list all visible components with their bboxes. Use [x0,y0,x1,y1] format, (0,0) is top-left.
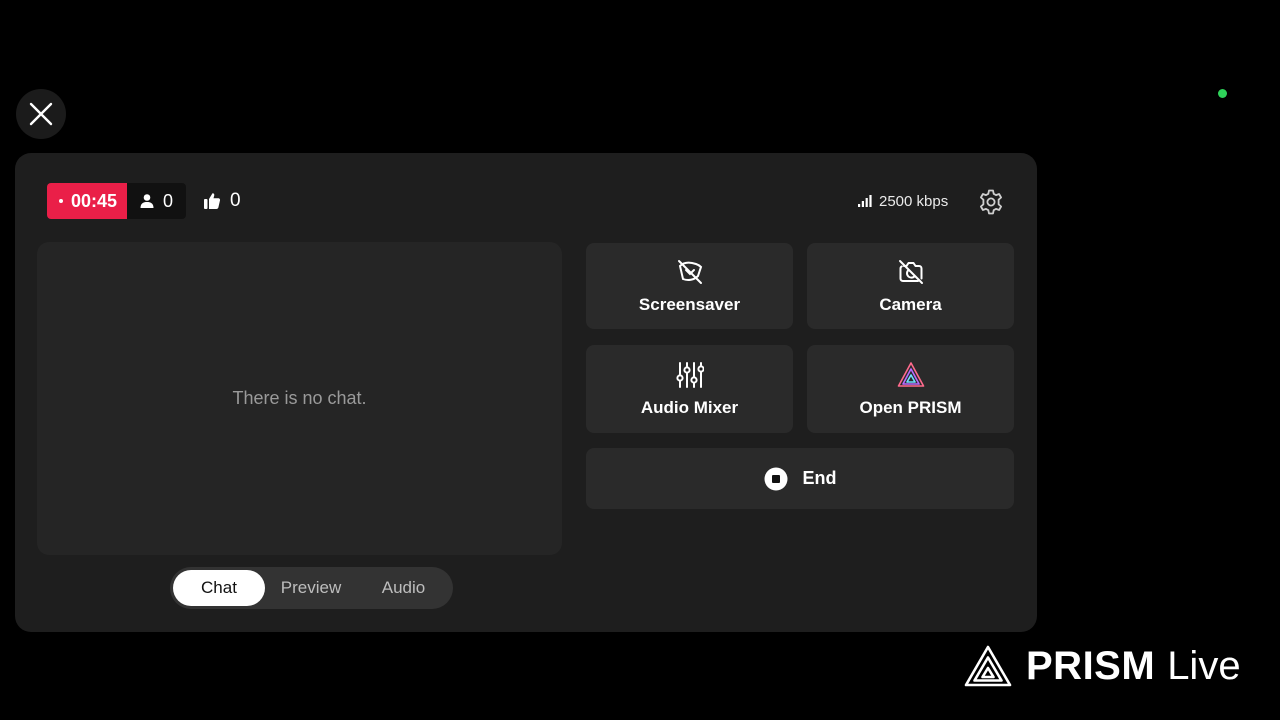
bitrate-indicator: 2500 kbps [857,191,948,211]
tab-audio[interactable]: Audio [357,570,450,606]
gear-icon [980,189,1002,215]
like-count: 0 [203,183,241,219]
chat-area: There is no chat. [37,242,562,555]
open-prism-button[interactable]: Open PRISM [807,345,1014,433]
camera-off-icon [898,260,923,284]
close-icon [29,102,53,126]
recording-dot [59,199,63,203]
live-timer: 00:45 [71,190,118,211]
tab-chat[interactable]: Chat [173,570,265,606]
prism-live-watermark: PRISM Live [964,643,1241,689]
prism-logo-icon [897,362,924,387]
live-timer-badge: 00:45 [47,183,128,219]
screensaver-off-icon [677,260,702,284]
audio-mixer-button[interactable]: Audio Mixer [586,345,793,433]
camera-label: Camera [879,295,942,314]
settings-button[interactable] [975,186,1007,218]
audio-mixer-label: Audio Mixer [640,398,739,417]
chat-empty-message: There is no chat. [232,388,367,408]
signal-icon [858,195,872,207]
end-label: End [802,468,837,488]
stop-icon [764,467,787,490]
prism-logo-icon [964,645,1012,687]
sliders-icon [675,362,704,388]
status-indicator [1218,89,1227,98]
viewer-count-value: 0 [163,190,174,211]
open-prism-label: Open PRISM [859,398,962,417]
tab-preview[interactable]: Preview [265,570,357,606]
screensaver-button[interactable]: Screensaver [586,243,793,329]
screensaver-label: Screensaver [638,295,741,314]
thumbs-up-icon [204,193,221,209]
brand-name: PRISM [1026,643,1156,688]
like-count-value: 0 [230,190,241,211]
camera-button[interactable]: Camera [807,243,1014,329]
live-status: 00:45 0 [47,183,187,219]
person-icon [140,194,154,208]
close-button[interactable] [16,89,66,139]
end-button[interactable]: End [586,448,1014,509]
view-tabs: Chat Preview Audio [170,567,453,609]
bitrate-value: 2500 kbps [879,192,949,210]
live-control-panel: 00:45 0 0 2500 kbps There is no chat. Ch… [15,153,1037,632]
viewer-count: 0 [127,183,187,219]
brand-suffix: Live [1167,643,1241,688]
